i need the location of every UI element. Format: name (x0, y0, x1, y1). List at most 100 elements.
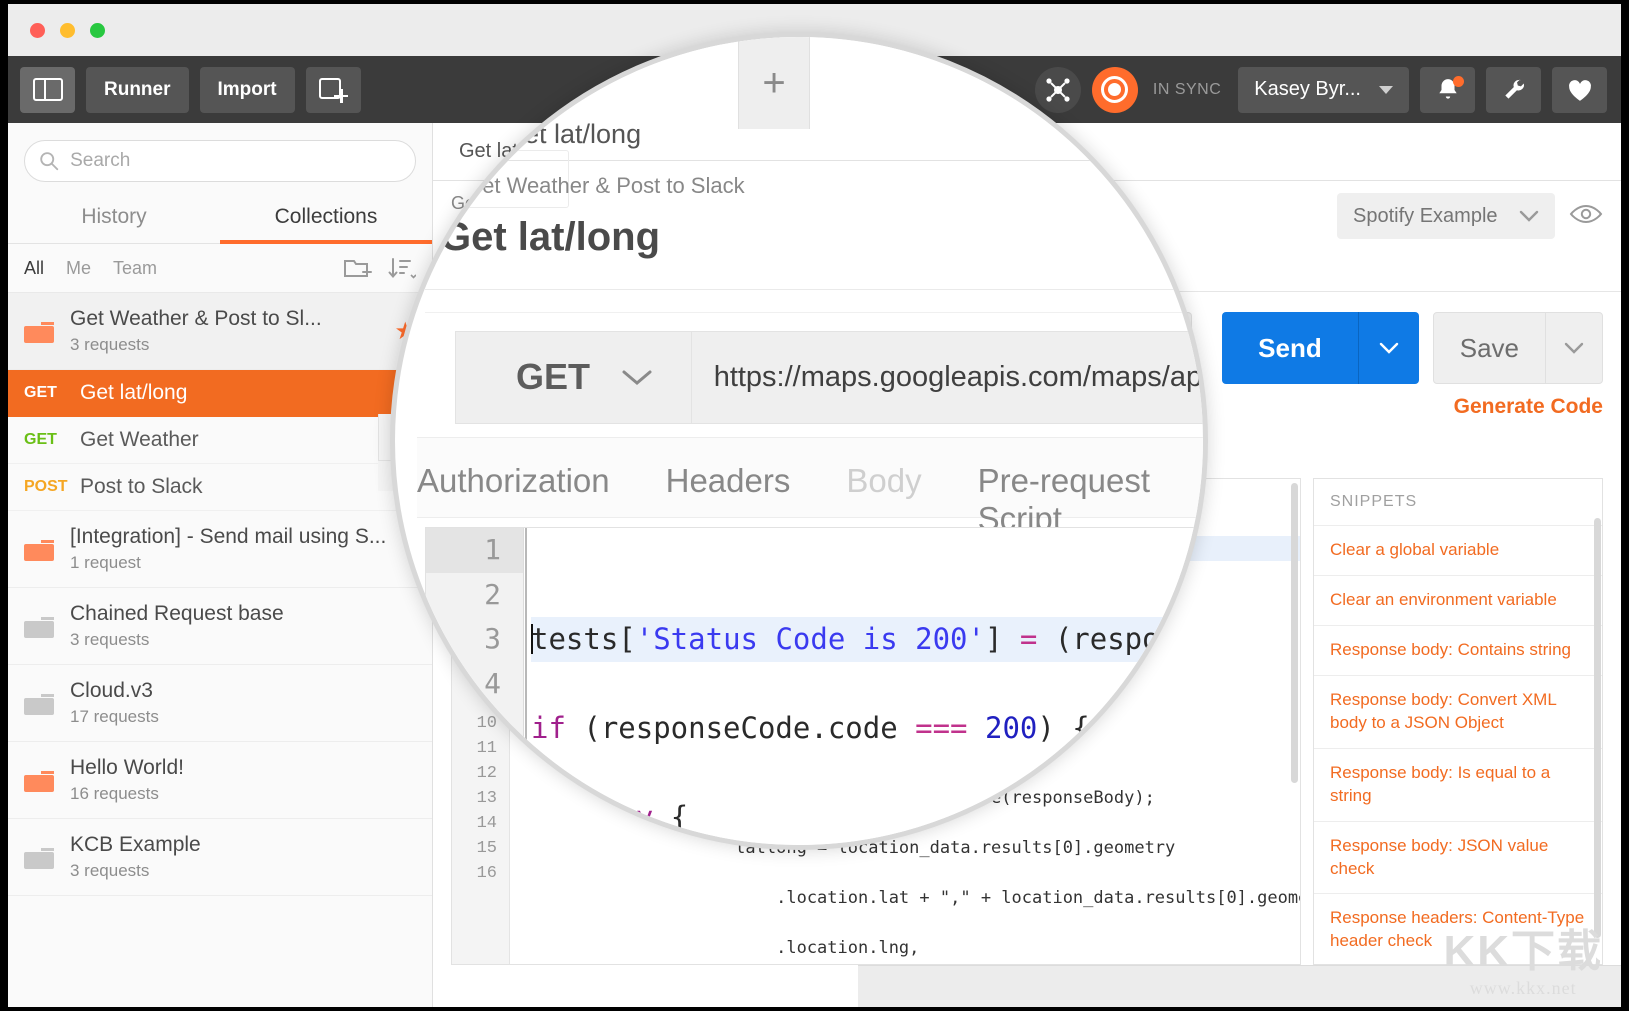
collection-name: Get Weather & Post to Sl... (70, 307, 322, 330)
environment-value: Spotify Example (1353, 205, 1498, 228)
magnified-new-tab-button[interactable]: + (738, 37, 810, 129)
magnified-method-select[interactable]: GET (455, 331, 692, 424)
magnified-editor-content[interactable]: tests['Status Code is 200'] = (responseC… (525, 528, 1208, 850)
filter-me[interactable]: Me (66, 258, 91, 279)
collection-count: 3 requests (70, 630, 416, 650)
magnified-divider-2 (425, 312, 1208, 313)
snippet-item[interactable]: Response body: JSON value check (1314, 822, 1602, 895)
import-button[interactable]: Import (200, 67, 295, 113)
request-item-post-to-slack[interactable]: POST Post to Slack (8, 464, 432, 511)
collection-item[interactable]: KCB Example 3 requests (8, 819, 432, 896)
generate-code-link[interactable]: Generate Code (1454, 395, 1603, 419)
collection-count: 17 requests (70, 707, 416, 727)
close-button[interactable] (30, 23, 45, 38)
collection-item[interactable]: Chained Request base 3 requests (8, 588, 432, 665)
line-number: 3 (426, 617, 523, 662)
search-box[interactable] (24, 140, 416, 182)
magnified-url-input[interactable]: https://maps.googleapis.com/maps/api/geo… (692, 331, 1208, 424)
favorites-button[interactable] (1552, 67, 1607, 113)
folder-icon (24, 537, 54, 561)
snippet-item[interactable]: Clear a global variable (1314, 526, 1602, 576)
request-item-get-weather[interactable]: GET Get Weather (8, 417, 432, 464)
minimize-button[interactable] (60, 23, 75, 38)
request-item-get-latlong[interactable]: GET Get lat/long (8, 370, 432, 417)
collection-name: Hello World! (70, 756, 184, 779)
code-line: .location.lng, (612, 938, 919, 958)
save-label: Save (1434, 333, 1545, 364)
sidebar: History Collections All Me Team (8, 123, 433, 1007)
save-options-chevron[interactable] (1546, 342, 1602, 354)
new-folder-icon[interactable] (344, 256, 374, 280)
environment-quick-look-button[interactable] (1569, 202, 1603, 231)
collection-item[interactable]: [Integration] - Send mail using S... 1 r… (8, 511, 432, 588)
collection-item[interactable]: Cloud.v3 17 requests (8, 665, 432, 742)
search-icon (39, 150, 59, 172)
snippet-item[interactable]: Response body: Contains string (1314, 626, 1602, 676)
folder-icon (24, 319, 54, 343)
user-menu-button[interactable]: Kasey Byr... (1238, 67, 1409, 113)
code-line: try { (531, 800, 688, 834)
environment-row: Spotify Example (1337, 181, 1621, 251)
filter-team[interactable]: Team (113, 258, 157, 279)
magnified-tabbar-top-divider (417, 437, 1208, 438)
collection-name: KCB Example (70, 833, 201, 856)
collection-count: 1 request (70, 553, 416, 573)
chevron-down-icon (620, 368, 654, 386)
send-button[interactable]: Send (1222, 312, 1419, 384)
filter-all[interactable]: All (24, 258, 44, 279)
snippet-item[interactable]: Clear an environment variable (1314, 576, 1602, 626)
magnified-url-row: GET https://maps.googleapis.com/maps/api… (455, 327, 1208, 427)
snippet-item[interactable]: Response headers: Content-Type header ch… (1314, 894, 1602, 965)
request-name: Get Weather (80, 428, 199, 452)
toolbar-left-group: Runner Import (20, 67, 361, 113)
app-root: Runner Import (0, 0, 1629, 1011)
notifications-button[interactable] (1420, 67, 1475, 113)
search-input[interactable] (70, 150, 401, 172)
notification-badge (1453, 76, 1464, 87)
request-method: GET (24, 384, 80, 402)
snippet-item[interactable]: Response body: Convert XML body to a JSO… (1314, 676, 1602, 749)
line-number: 4 (426, 662, 523, 707)
collection-item[interactable]: Get Weather & Post to Sl... 3 requests ★ (8, 293, 432, 370)
line-number: 5 (426, 706, 523, 751)
magnified-divider (425, 289, 1208, 290)
eye-icon (1569, 202, 1603, 226)
settings-button[interactable] (1486, 67, 1541, 113)
folder-icon (24, 691, 54, 715)
snippets-header: SNIPPETS (1314, 479, 1602, 526)
chevron-down-icon (1379, 86, 1393, 94)
magnified-code-editor[interactable]: 1 2 3 4 5 6 7 tests['Status Code is 200'… (425, 527, 1208, 850)
new-window-icon (319, 78, 347, 102)
collection-count: 3 requests (70, 861, 416, 881)
chevron-down-icon (1379, 342, 1399, 354)
zoom-button[interactable] (90, 23, 105, 38)
snippet-item[interactable]: Response body: Is equal to a string (1314, 749, 1602, 822)
application-window: Runner Import (8, 4, 1621, 1007)
snippets-scrollbar[interactable] (1594, 518, 1601, 938)
magnifier-lens: Get lat/long + Get Weather & Post to Sla… (390, 32, 1208, 850)
folder-icon (24, 845, 54, 869)
tab-history[interactable]: History (8, 194, 220, 243)
sidebar-toggle-button[interactable] (20, 67, 75, 113)
magnified-tab-label: Get lat/long (503, 119, 641, 150)
send-options-chevron[interactable] (1359, 342, 1419, 354)
collection-item[interactable]: Hello World! 16 requests (8, 742, 432, 819)
tab-history-label: History (81, 205, 146, 228)
new-window-button[interactable] (306, 67, 361, 113)
user-name: Kasey Byr... (1254, 78, 1361, 101)
environment-select[interactable]: Spotify Example (1337, 193, 1555, 239)
request-method: POST (24, 478, 80, 496)
save-button[interactable]: Save (1433, 312, 1603, 384)
line-number: 1 (426, 528, 523, 573)
collection-name: Chained Request base (70, 602, 284, 625)
folder-icon (24, 614, 54, 638)
chevron-down-icon (1564, 342, 1584, 354)
line-number: 6 (426, 751, 523, 796)
collection-name: Cloud.v3 (70, 679, 153, 702)
folder-icon (24, 768, 54, 792)
editor-scrollbar[interactable] (1291, 483, 1298, 783)
runner-button[interactable]: Runner (86, 67, 189, 113)
heart-icon (1567, 78, 1593, 102)
chevron-down-icon (1519, 210, 1539, 222)
window-controls[interactable] (30, 23, 105, 38)
